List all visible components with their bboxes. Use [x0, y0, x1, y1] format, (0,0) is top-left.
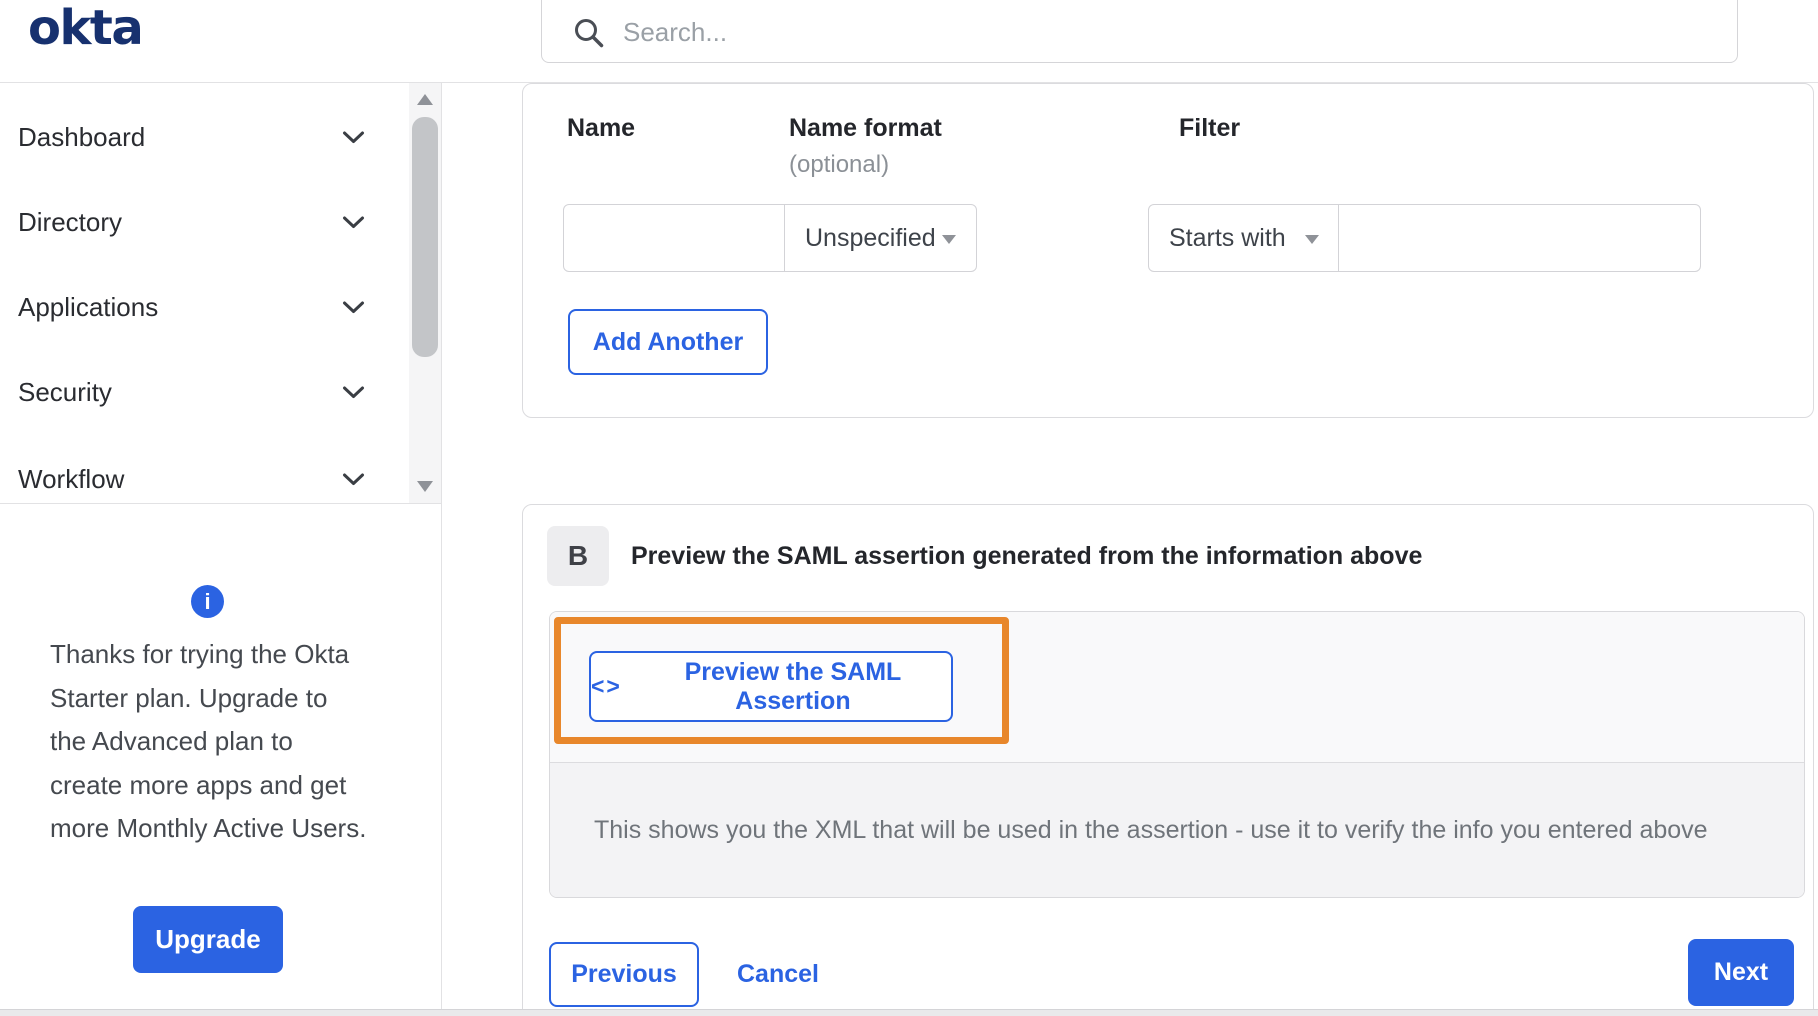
name-format-dropdown[interactable]: Unspecified [784, 204, 977, 272]
sidebar-item-applications[interactable]: Applications [0, 285, 409, 329]
filter-column-label: Filter [1179, 114, 1241, 142]
global-search [541, 0, 1738, 63]
plan-notice-line: Thanks for trying the Okta [50, 639, 350, 669]
search-icon [575, 18, 604, 47]
next-button[interactable]: Next [1688, 939, 1794, 1006]
dropdown-caret-icon [942, 235, 956, 244]
plan-notice-line: the Advanced plan to [50, 726, 293, 756]
sidebar-nav: Dashboard Directory Applications Securit… [0, 83, 441, 503]
sidebar-scrollbar[interactable] [409, 83, 441, 503]
preview-assertion-card: B Preview the SAML assertion generated f… [522, 504, 1814, 1016]
plan-notice-line: Starter plan. Upgrade to [50, 682, 328, 713]
cancel-button[interactable]: Cancel [737, 942, 819, 1007]
code-brackets-icon: <> [591, 673, 622, 699]
info-icon: i [191, 585, 224, 618]
attribute-name-input[interactable] [563, 204, 785, 272]
okta-logo[interactable]: okta [28, 0, 144, 56]
preview-saml-assertion-button[interactable]: <> Preview the SAML Assertion [589, 651, 953, 722]
sidebar-item-security[interactable]: Security [0, 370, 409, 414]
sidebar-item-dashboard[interactable]: Dashboard [0, 115, 409, 159]
preview-saml-assertion-label: Preview the SAML Assertion [684, 657, 902, 715]
chevron-down-icon [343, 131, 364, 143]
dropdown-caret-icon [1305, 235, 1319, 244]
sidebar-menu-divider [0, 503, 441, 504]
name-format-column-label: Name format [789, 114, 942, 142]
chevron-down-icon [343, 301, 364, 313]
sidebar-item-label: Dashboard [18, 121, 146, 152]
scroll-down-arrow-icon[interactable] [417, 481, 433, 492]
previous-button[interactable]: Previous [549, 942, 699, 1007]
sidebar-item-directory[interactable]: Directory [0, 200, 409, 244]
search-input[interactable] [623, 17, 1737, 48]
plan-notice-line: create more apps and get [50, 769, 347, 800]
name-format-optional-label: (optional) [789, 151, 890, 178]
viewport-bottom-edge [0, 1009, 1818, 1016]
sidebar-item-workflow[interactable]: Workflow [0, 457, 409, 501]
sidebar-divider [441, 83, 442, 1016]
plan-notice: Thanks for trying the Okta Starter plan.… [50, 633, 390, 851]
chevron-down-icon [343, 216, 364, 228]
filter-operator-selected-value: Starts with [1169, 223, 1286, 252]
section-b-badge: B [547, 526, 609, 586]
section-b-title: Preview the SAML assertion generated fro… [631, 542, 1423, 570]
sidebar-item-label: Security [18, 376, 112, 407]
filter-operator-dropdown[interactable]: Starts with [1148, 204, 1340, 272]
scrollbar-thumb[interactable] [412, 117, 438, 357]
preview-description-area: This shows you the XML that will be used… [550, 762, 1804, 897]
sidebar-item-label: Directory [18, 206, 123, 237]
attribute-statements-card: Name Name format (optional) Filter Unspe… [522, 83, 1814, 418]
filter-value-input[interactable] [1338, 204, 1701, 272]
sidebar-item-label: Workflow [18, 463, 125, 494]
chevron-down-icon [343, 386, 364, 398]
plan-notice-line: more Monthly Active Users. [50, 813, 367, 843]
preview-description: This shows you the XML that will be used… [594, 815, 1708, 844]
upgrade-button[interactable]: Upgrade [133, 906, 283, 973]
name-format-selected-value: Unspecified [805, 223, 936, 252]
name-column-label: Name [567, 114, 636, 142]
add-another-button[interactable]: Add Another [568, 309, 768, 375]
scroll-up-arrow-icon[interactable] [417, 94, 433, 105]
chevron-down-icon [343, 473, 364, 485]
sidebar-item-label: Applications [18, 291, 159, 322]
okta-admin-page: okta Dashboard Directory Applications Se… [0, 0, 1818, 1016]
